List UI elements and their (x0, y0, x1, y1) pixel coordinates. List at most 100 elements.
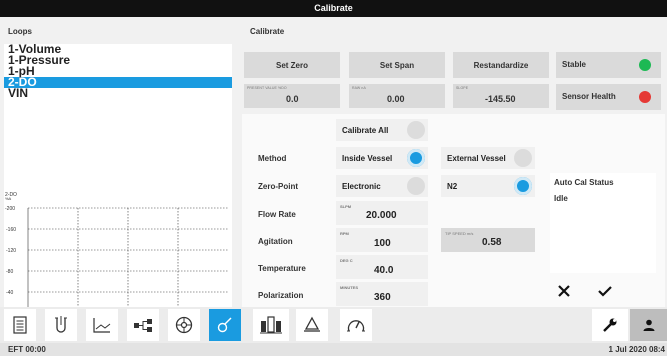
meter-icon (347, 320, 365, 332)
agitation-value: 100 (374, 238, 391, 249)
loops-list: 1-Volume 1-Pressure 1-pH 2-DO VIN (4, 43, 232, 192)
chart-y-tick: -160 (6, 227, 16, 233)
external-vessel-toggle[interactable] (514, 149, 532, 167)
loop-item-vin[interactable]: VIN (4, 87, 232, 99)
temperature-unit: DEG C (340, 258, 353, 263)
probe-button[interactable] (209, 309, 241, 341)
electronic-toggle[interactable] (407, 177, 425, 195)
present-value: 0.0 (286, 94, 299, 104)
alarm-button[interactable] (296, 309, 328, 341)
loop-item-ph[interactable]: 1-pH (4, 65, 232, 77)
agitation-unit: RPM (340, 231, 349, 236)
cancel-button[interactable] (552, 279, 576, 303)
tip-speed-caption: TIP SPEED m/s (445, 231, 474, 236)
external-vessel-option[interactable]: External Vessel (441, 147, 535, 169)
alarm-bell-icon (304, 316, 320, 332)
temperature-field[interactable]: DEG C 40.0 (336, 255, 428, 279)
calibrate-header: Calibrate (250, 27, 285, 36)
vessel-button[interactable] (45, 309, 77, 341)
polarization-unit: MINUTES (340, 285, 358, 290)
gauge-button[interactable] (168, 309, 200, 341)
vessel-icon (55, 316, 67, 333)
flow-rate-field[interactable]: SLPM 20.000 (336, 201, 428, 225)
meter-button[interactable] (340, 309, 372, 341)
flow-rate-value: 20.000 (366, 210, 397, 221)
present-value-box: PRESENT VALUE %DO 0.0 (244, 84, 340, 108)
slope-caption: SLOPE (456, 86, 469, 90)
set-zero-button[interactable]: Set Zero (244, 52, 340, 78)
stable-indicator: Stable (556, 52, 661, 78)
close-icon (558, 285, 570, 297)
flow-rate-label: Flow Rate (258, 210, 296, 219)
status-bar: EFT 00:00 1 Jul 2020 08:4 (0, 343, 667, 356)
n2-toggle[interactable] (514, 177, 532, 195)
chart-y-tick: -40 (6, 290, 13, 296)
stable-label: Stable (562, 60, 587, 69)
trend-icon (93, 318, 111, 333)
trend-chart-svg: 2-DO %A -200-160-120-80-400 1 Jul 08:271… (5, 192, 228, 322)
tip-speed-box: TIP SPEED m/s 0.58 (441, 228, 535, 252)
agitation-label: Agitation (258, 237, 293, 246)
check-icon (598, 286, 612, 297)
sensor-health-dot (639, 91, 651, 103)
raw-caption: RAW nA (352, 86, 366, 90)
probe-icon (217, 317, 232, 333)
present-value-caption: PRESENT VALUE %DO (247, 86, 287, 90)
current-datetime: 1 Jul 2020 08:4 (608, 345, 665, 354)
loops-header: Loops (8, 27, 32, 36)
wrench-icon (603, 318, 617, 332)
raw-value-box: RAW nA 0.00 (349, 84, 445, 108)
stable-status-dot (639, 59, 651, 71)
auto-cal-status-value: Idle (554, 194, 568, 203)
loop-item-do[interactable]: 2-DO (4, 76, 232, 88)
trend-chart: 2-DO %A -200-160-120-80-400 1 Jul 08:271… (4, 185, 232, 322)
loop-item-pressure[interactable]: 1-Pressure (4, 54, 232, 66)
zero-point-label: Zero-Point (258, 182, 298, 191)
bottom-toolbar (0, 307, 667, 343)
elapsed-time: EFT 00:00 (8, 345, 46, 354)
restandardize-button[interactable]: Restandardize (453, 52, 549, 78)
polarization-label: Polarization (258, 291, 304, 300)
user-icon (643, 319, 654, 331)
temperature-label: Temperature (258, 264, 306, 273)
tip-speed-value: 0.58 (482, 237, 502, 248)
polarization-field[interactable]: MINUTES 360 (336, 282, 428, 306)
polarization-value: 360 (374, 292, 391, 303)
user-button[interactable] (630, 309, 667, 341)
calibrate-all-label: Calibrate All (342, 126, 389, 135)
n2-option[interactable]: N2 (441, 175, 535, 197)
slope-box: SLOPE -145.50 (453, 84, 549, 108)
dashboard-icon (260, 316, 282, 334)
document-button[interactable] (4, 309, 36, 341)
chart-y-tick: -80 (6, 269, 13, 275)
inside-vessel-toggle[interactable] (407, 149, 425, 167)
sensor-health-indicator: Sensor Health (556, 84, 661, 110)
settings-button[interactable] (592, 309, 628, 341)
calibrate-all-toggle[interactable] (407, 121, 425, 139)
trend-button[interactable] (86, 309, 118, 341)
agitation-field[interactable]: RPM 100 (336, 228, 428, 252)
network-button[interactable] (127, 309, 159, 341)
raw-value: 0.00 (387, 94, 405, 104)
set-span-button[interactable]: Set Span (349, 52, 445, 78)
slope-value: -145.50 (485, 94, 516, 104)
chart-y-tick: -120 (6, 248, 16, 254)
calibrate-all-option[interactable]: Calibrate All (336, 119, 428, 141)
gauge-icon (175, 316, 193, 334)
accept-button[interactable] (593, 279, 617, 303)
auto-cal-status-title: Auto Cal Status (554, 178, 614, 187)
loops-panel: Loops 1-Volume 1-Pressure 1-pH 2-DO VIN … (0, 17, 236, 322)
inside-vessel-label: Inside Vessel (342, 154, 393, 163)
flow-rate-unit: SLPM (340, 204, 352, 209)
dashboard-button[interactable] (253, 309, 289, 341)
window-title: Calibrate (0, 0, 667, 17)
electronic-option[interactable]: Electronic (336, 175, 428, 197)
inside-vessel-option[interactable]: Inside Vessel (336, 147, 428, 169)
method-label: Method (258, 154, 287, 163)
network-icon (134, 319, 152, 332)
n2-label: N2 (447, 182, 458, 191)
temperature-value: 40.0 (374, 265, 394, 276)
chart-unit-label: %A (5, 196, 12, 201)
external-vessel-label: External Vessel (447, 154, 506, 163)
electronic-label: Electronic (342, 182, 381, 191)
